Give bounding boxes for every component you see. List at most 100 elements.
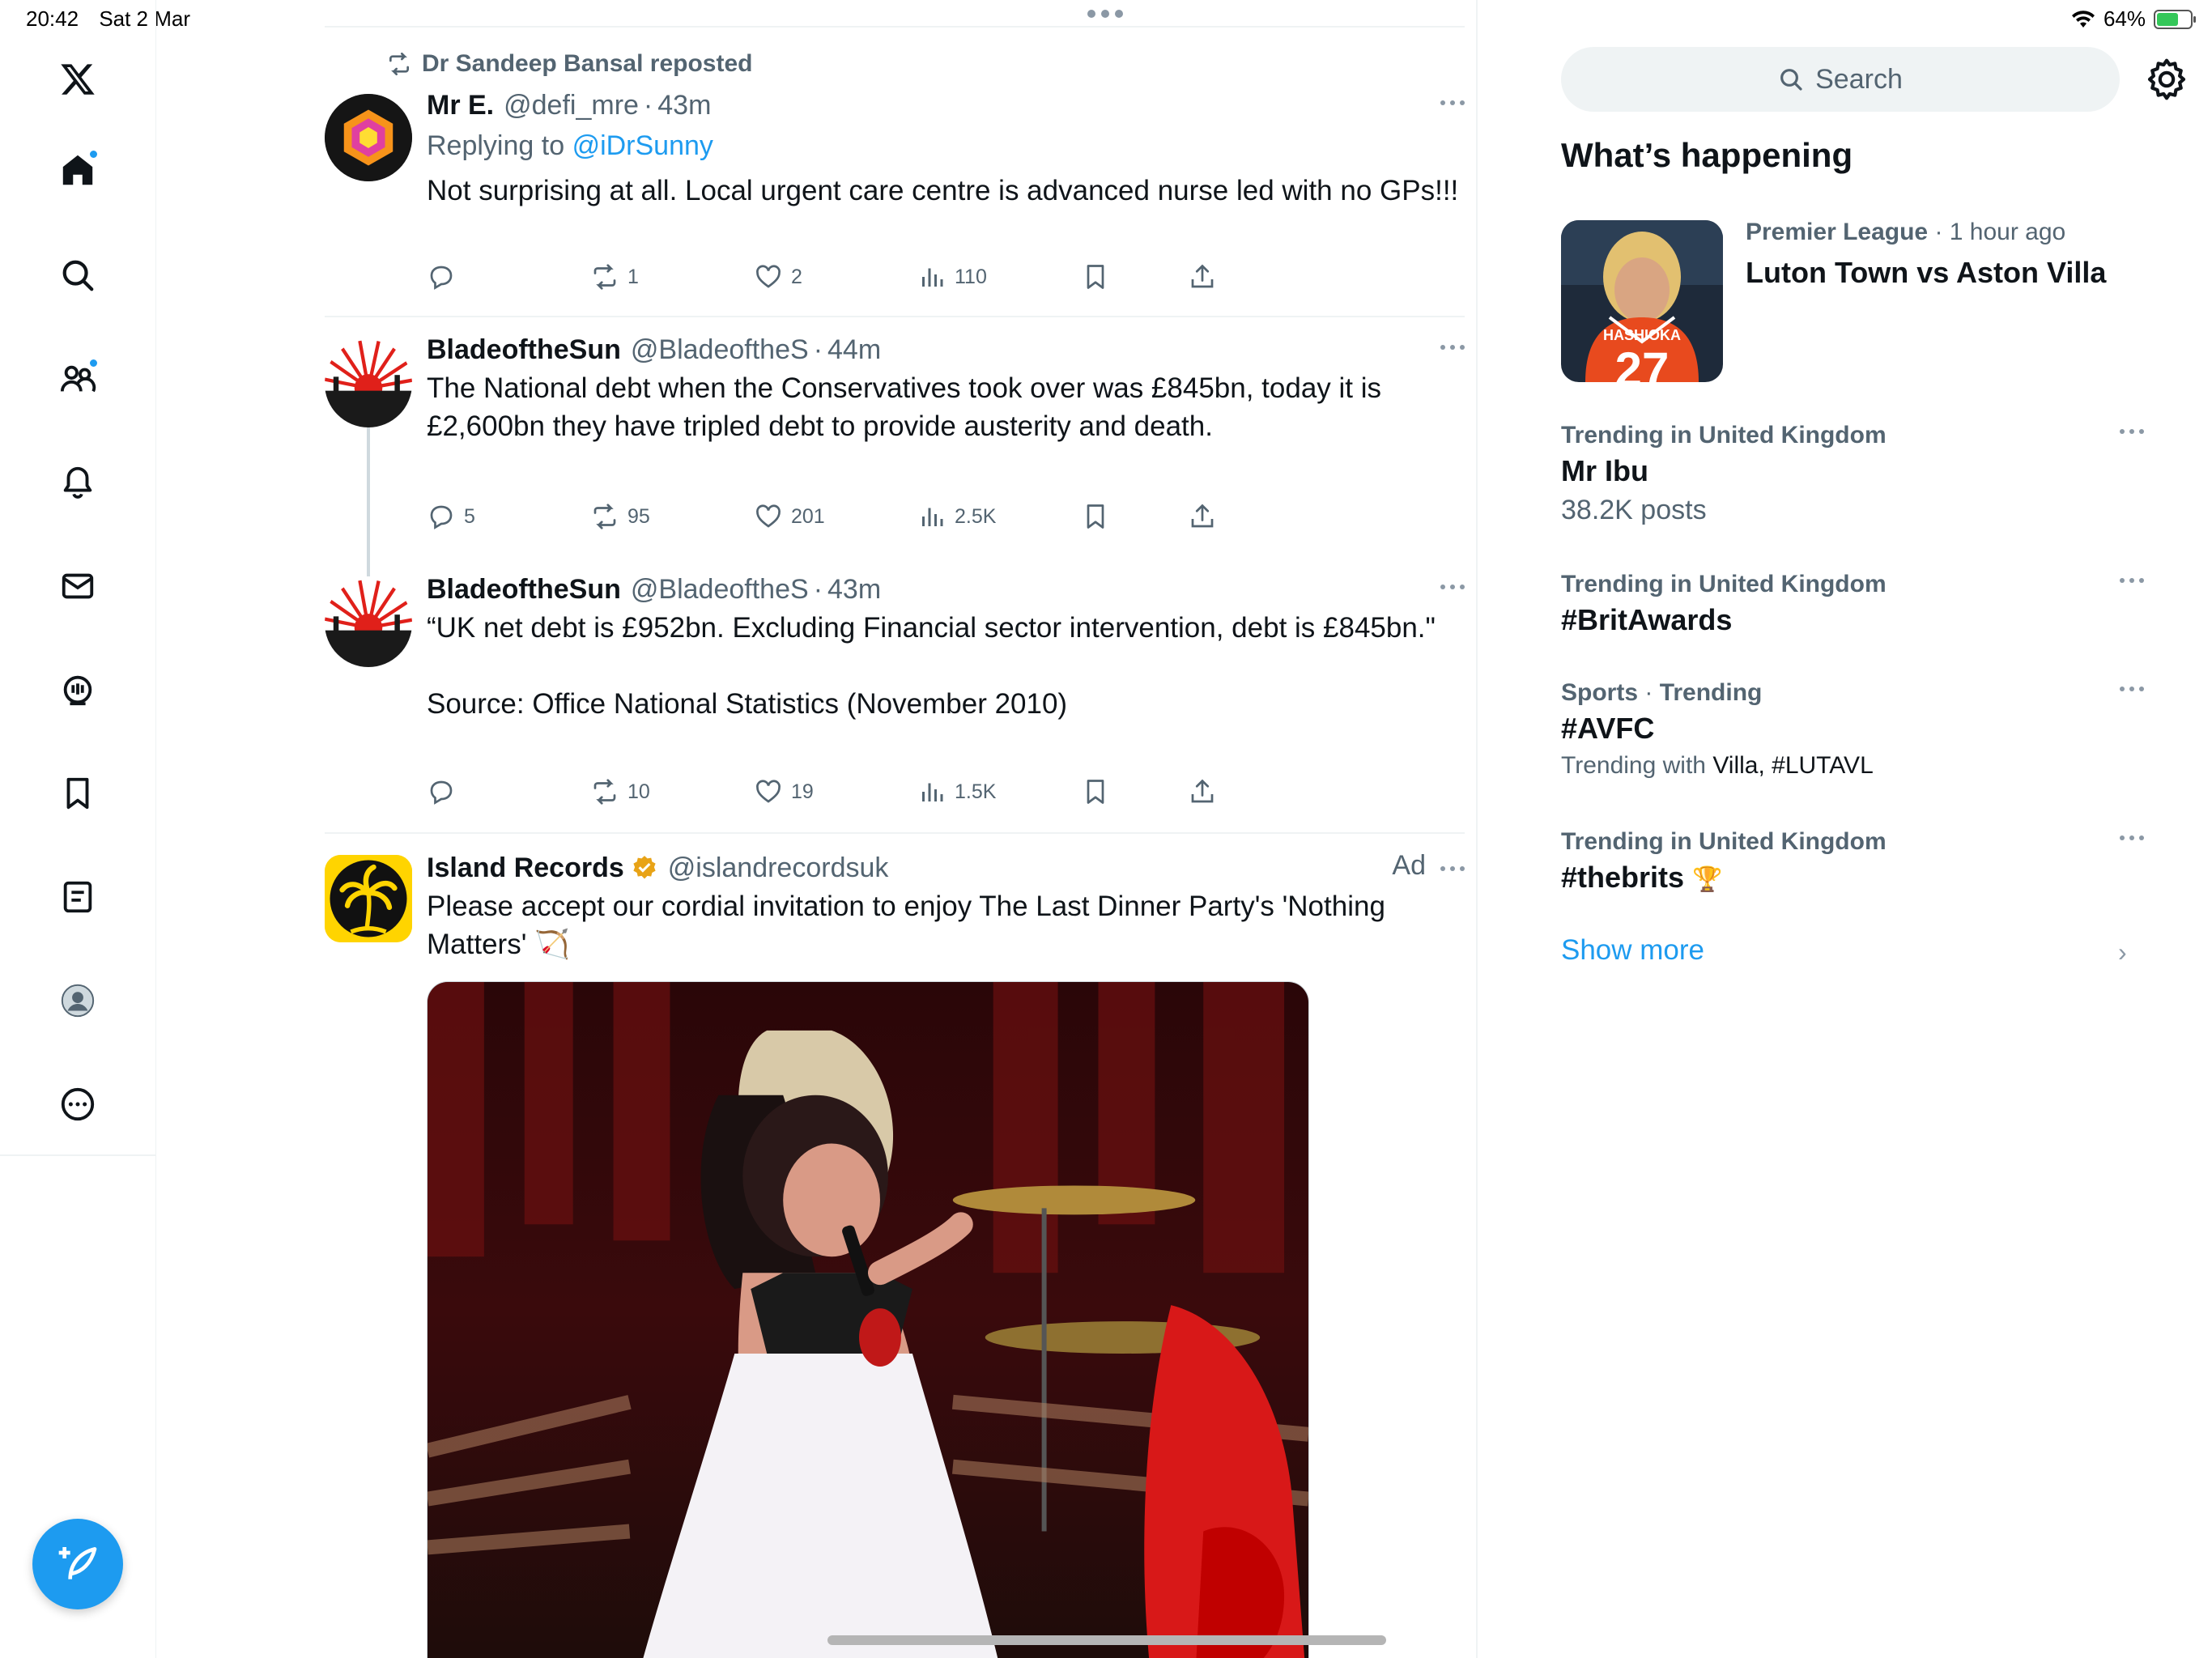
reply-to-link[interactable]: @iDrSunny [572, 130, 713, 161]
reply-icon [430, 505, 453, 529]
trend-more-button[interactable] [2120, 687, 2144, 691]
tweet-actions: 1 2 110 [427, 262, 1285, 291]
avatar[interactable] [325, 340, 412, 427]
author-name[interactable]: Island Records [427, 850, 624, 886]
communities-notification-dot [88, 358, 99, 368]
tweet-header: Mr E. @defi_mre · 43m [427, 87, 1465, 123]
like-button[interactable]: 201 [754, 502, 917, 531]
repost-icon [593, 779, 616, 805]
tweet-more-button[interactable] [1440, 345, 1465, 350]
reply-to-line: Replying to @iDrSunny [427, 128, 1465, 164]
home-icon[interactable] [52, 144, 104, 196]
avatar[interactable] [325, 94, 412, 181]
featured-meta: Premier League · 1 hour ago [1746, 219, 2066, 245]
views-button[interactable]: 1.5K [917, 777, 1081, 806]
views-button[interactable]: 110 [917, 262, 1081, 291]
feed-handle-dots[interactable] [1087, 10, 1123, 18]
trend-item[interactable]: Trending in United Kingdom Mr Ibu 38.2K … [1561, 419, 2144, 529]
lists-icon[interactable] [52, 871, 104, 923]
like-button[interactable]: 19 [754, 777, 917, 806]
share-button[interactable] [1188, 262, 1217, 291]
share-button[interactable] [1188, 502, 1217, 531]
like-count: 19 [791, 780, 814, 803]
trend-more-button[interactable] [2120, 835, 2144, 840]
repost-button[interactable]: 1 [590, 262, 754, 291]
settings-button[interactable] [2144, 57, 2189, 102]
views-button[interactable]: 2.5K [917, 502, 1081, 531]
share-icon [1191, 779, 1214, 803]
tweet-bladeofthesun-2[interactable]: BladeoftheSun @BladeoftheS · 43m “UK net… [325, 572, 1465, 834]
tweet-time[interactable]: 43m [827, 572, 881, 607]
tweet-time[interactable]: 44m [827, 332, 881, 368]
profile-icon[interactable] [52, 975, 104, 1027]
tweet-bladeofthesun-1[interactable]: BladeoftheSun @BladeoftheS · 44m The Nat… [325, 332, 1465, 576]
home-indicator[interactable] [827, 1635, 1386, 1645]
author-handle[interactable]: @BladeoftheS [631, 572, 809, 607]
tweet-header: Island Records @islandrecordsuk [427, 850, 1465, 886]
compose-button[interactable] [32, 1519, 123, 1609]
views-icon [922, 783, 943, 801]
search-placeholder: Search [1815, 63, 1903, 95]
tweet-more-button[interactable] [1440, 866, 1465, 871]
author-name[interactable]: BladeoftheSun [427, 572, 621, 607]
chevron-right-icon[interactable]: › [2118, 937, 2127, 967]
bookmarks-icon[interactable] [52, 767, 104, 819]
featured-category: Premier League [1746, 219, 1929, 245]
share-icon [1191, 504, 1214, 528]
notifications-icon[interactable] [52, 457, 104, 508]
trend-item[interactable]: Trending in United Kingdom #thebrits 🏆 [1561, 826, 2144, 899]
reply-button[interactable]: 5 [427, 502, 590, 531]
bookmark-icon [1087, 504, 1104, 529]
bookmark-button[interactable] [1081, 502, 1188, 531]
repost-button[interactable]: 95 [590, 502, 754, 531]
gear-icon [2147, 58, 2186, 100]
trend-category: Sports [1561, 679, 1639, 706]
trend-post-count: 38.2K posts [1561, 495, 1707, 525]
repost-button[interactable]: 10 [590, 777, 754, 806]
x-logo-icon[interactable] [52, 53, 104, 105]
trend-item[interactable]: Sports · Trending #AVFC Trending with Vi… [1561, 677, 2144, 784]
reply-button[interactable] [427, 777, 590, 806]
tweet-more-button[interactable] [1440, 585, 1465, 589]
tweet-more-button[interactable] [1440, 100, 1465, 105]
views-count: 1.5K [955, 780, 997, 803]
author-handle[interactable]: @islandrecordsuk [668, 850, 889, 886]
author-name[interactable]: Mr E. [427, 87, 494, 123]
ad-video[interactable] [427, 981, 1309, 1658]
author-handle[interactable]: @defi_mre [504, 87, 639, 123]
tweet-island-records-ad[interactable]: Island Records @islandrecordsuk Ad Pleas… [325, 850, 1465, 1658]
author-handle[interactable]: @BladeoftheS [631, 332, 809, 368]
reply-to-prefix: Replying to [427, 130, 565, 161]
nav-divider [0, 1154, 156, 1156]
spaces-icon[interactable] [52, 664, 104, 716]
avatar[interactable] [325, 855, 412, 942]
tweet-time[interactable]: 43m [657, 87, 711, 123]
share-button[interactable] [1188, 777, 1217, 806]
trend-meta: Sports · Trending [1561, 679, 1763, 706]
trend-more-button[interactable] [2120, 429, 2144, 434]
bookmark-button[interactable] [1081, 777, 1188, 806]
avatar[interactable] [325, 580, 412, 667]
featured-title[interactable]: Luton Town vs Aston Villa [1746, 256, 2106, 290]
reply-button[interactable] [427, 262, 590, 291]
more-icon[interactable] [52, 1078, 104, 1130]
like-button[interactable]: 2 [754, 262, 917, 291]
show-more-link[interactable]: Show more [1561, 934, 1704, 967]
messages-icon[interactable] [52, 560, 104, 612]
heart-icon [756, 265, 781, 288]
trend-related-items[interactable]: Villa, #LUTAVL [1712, 752, 1873, 779]
bookmark-icon [1087, 780, 1104, 804]
trend-more-button[interactable] [2120, 578, 2144, 583]
search-icon[interactable] [52, 249, 104, 301]
trend-item[interactable]: Trending in United Kingdom #BritAwards [1561, 568, 2144, 640]
repost-count: 1 [627, 265, 639, 288]
trend-title: #BritAwards [1561, 603, 1733, 636]
communities-icon[interactable] [52, 353, 104, 405]
left-nav [0, 0, 156, 1658]
bookmark-button[interactable] [1081, 262, 1188, 291]
author-name[interactable]: BladeoftheSun [427, 332, 621, 368]
reply-count: 5 [464, 504, 475, 528]
search-bar[interactable]: Search [1561, 47, 2120, 112]
tweet-mr-e[interactable]: Dr Sandeep Bansal reposted Mr E. @defi_m… [325, 50, 1465, 317]
featured-image[interactable]: HASHIOKA 27 [1561, 220, 1723, 382]
